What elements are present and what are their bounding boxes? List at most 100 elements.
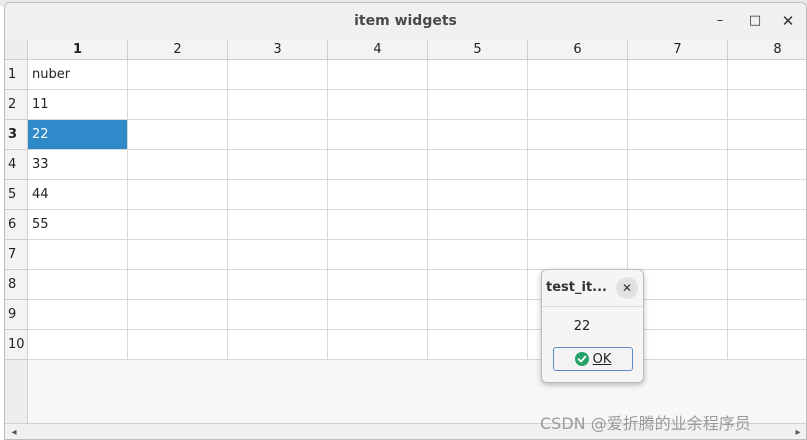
row-header[interactable]: 10 [5, 330, 28, 360]
table-cell[interactable] [628, 150, 728, 180]
table-cell[interactable] [728, 180, 806, 210]
table-cell[interactable] [28, 330, 128, 360]
table-cell[interactable] [28, 300, 128, 330]
table-cell[interactable]: 33 [28, 150, 128, 180]
row-header[interactable]: 6 [5, 210, 28, 240]
table-cell[interactable] [428, 90, 528, 120]
table-cell[interactable] [228, 60, 328, 90]
table-cell-selected[interactable]: 22 [28, 120, 128, 150]
column-header[interactable]: 8 [728, 40, 806, 60]
table-cell[interactable] [528, 150, 628, 180]
minimize-button[interactable]: – [710, 11, 730, 31]
table-cell[interactable] [728, 120, 806, 150]
table-cell[interactable] [328, 60, 428, 90]
table-cell[interactable] [128, 120, 228, 150]
table-cell[interactable] [228, 270, 328, 300]
table-cell[interactable] [728, 150, 806, 180]
table-cell[interactable] [628, 90, 728, 120]
maximize-button[interactable]: □ [745, 11, 765, 31]
column-header[interactable]: 3 [228, 40, 328, 60]
table-cell[interactable] [428, 270, 528, 300]
table-cell[interactable] [228, 240, 328, 270]
table-cell[interactable] [328, 330, 428, 360]
table-cell[interactable] [128, 210, 228, 240]
row-header[interactable]: 1 [5, 60, 28, 90]
table-cell[interactable] [428, 330, 528, 360]
table-cell[interactable] [728, 330, 806, 360]
row-header[interactable]: 5 [5, 180, 28, 210]
table-cell[interactable] [128, 180, 228, 210]
column-header[interactable]: 4 [328, 40, 428, 60]
table-cell[interactable]: 55 [28, 210, 128, 240]
table-cell[interactable] [628, 120, 728, 150]
table-cell[interactable] [128, 150, 228, 180]
table-cell[interactable] [528, 90, 628, 120]
table-cell[interactable] [428, 120, 528, 150]
table-cell[interactable] [728, 60, 806, 90]
table-cell[interactable] [728, 90, 806, 120]
column-header[interactable]: 2 [128, 40, 228, 60]
table-widget[interactable]: 1 2 3 4 5 6 7 8 1 nuber 2 11 3 22 4 33 5 44 6 55 7 8 9 10 [5, 40, 806, 423]
row-header[interactable]: 9 [5, 300, 28, 330]
table-cell[interactable] [728, 300, 806, 330]
row-header[interactable]: 7 [5, 240, 28, 270]
table-cell[interactable] [228, 180, 328, 210]
scroll-right-icon[interactable]: ▸ [791, 426, 805, 439]
scroll-left-icon[interactable]: ◂ [7, 426, 21, 439]
table-cell[interactable] [228, 120, 328, 150]
table-cell[interactable] [628, 180, 728, 210]
table-cell[interactable] [328, 120, 428, 150]
table-cell[interactable] [128, 270, 228, 300]
table-cell[interactable] [428, 210, 528, 240]
table-cell[interactable] [328, 180, 428, 210]
column-header[interactable]: 6 [528, 40, 628, 60]
table-cell[interactable] [128, 240, 228, 270]
table-cell[interactable] [328, 300, 428, 330]
table-cell[interactable]: 44 [28, 180, 128, 210]
table-cell[interactable] [728, 270, 806, 300]
table-cell[interactable] [228, 330, 328, 360]
table-cell[interactable] [428, 150, 528, 180]
table-cell[interactable] [728, 210, 806, 240]
row-header[interactable]: 2 [5, 90, 28, 120]
table-cell[interactable] [228, 90, 328, 120]
table-cell[interactable]: nuber [28, 60, 128, 90]
table-cell[interactable] [528, 210, 628, 240]
table-cell[interactable] [328, 150, 428, 180]
table-cell[interactable] [428, 180, 528, 210]
row-header[interactable]: 3 [5, 120, 28, 150]
table-cell[interactable] [428, 240, 528, 270]
table-cell[interactable] [528, 120, 628, 150]
table-cell[interactable] [428, 300, 528, 330]
ok-button[interactable]: OK [553, 347, 633, 371]
table-corner-button[interactable] [5, 40, 28, 60]
dialog-close-button[interactable]: ✕ [616, 277, 638, 299]
close-button[interactable]: ✕ [778, 11, 798, 31]
row-header[interactable]: 8 [5, 270, 28, 300]
column-header[interactable]: 1 [28, 40, 128, 60]
table-cell[interactable] [128, 60, 228, 90]
table-cell[interactable] [628, 240, 728, 270]
column-header[interactable]: 7 [628, 40, 728, 60]
table-cell[interactable] [128, 300, 228, 330]
table-cell[interactable] [228, 150, 328, 180]
table-cell[interactable] [228, 210, 328, 240]
table-cell[interactable] [328, 270, 428, 300]
table-cell[interactable] [628, 210, 728, 240]
table-cell[interactable] [528, 60, 628, 90]
table-cell[interactable] [428, 60, 528, 90]
table-cell[interactable] [228, 300, 328, 330]
table-cell[interactable] [128, 330, 228, 360]
table-cell[interactable]: 11 [28, 90, 128, 120]
table-cell[interactable] [328, 90, 428, 120]
row-header[interactable]: 4 [5, 150, 28, 180]
table-cell[interactable] [628, 60, 728, 90]
column-header[interactable]: 5 [428, 40, 528, 60]
table-cell[interactable] [28, 270, 128, 300]
table-cell[interactable] [728, 240, 806, 270]
table-cell[interactable] [328, 240, 428, 270]
table-cell[interactable] [128, 90, 228, 120]
table-cell[interactable] [528, 240, 628, 270]
table-cell[interactable] [328, 210, 428, 240]
table-cell[interactable] [28, 240, 128, 270]
